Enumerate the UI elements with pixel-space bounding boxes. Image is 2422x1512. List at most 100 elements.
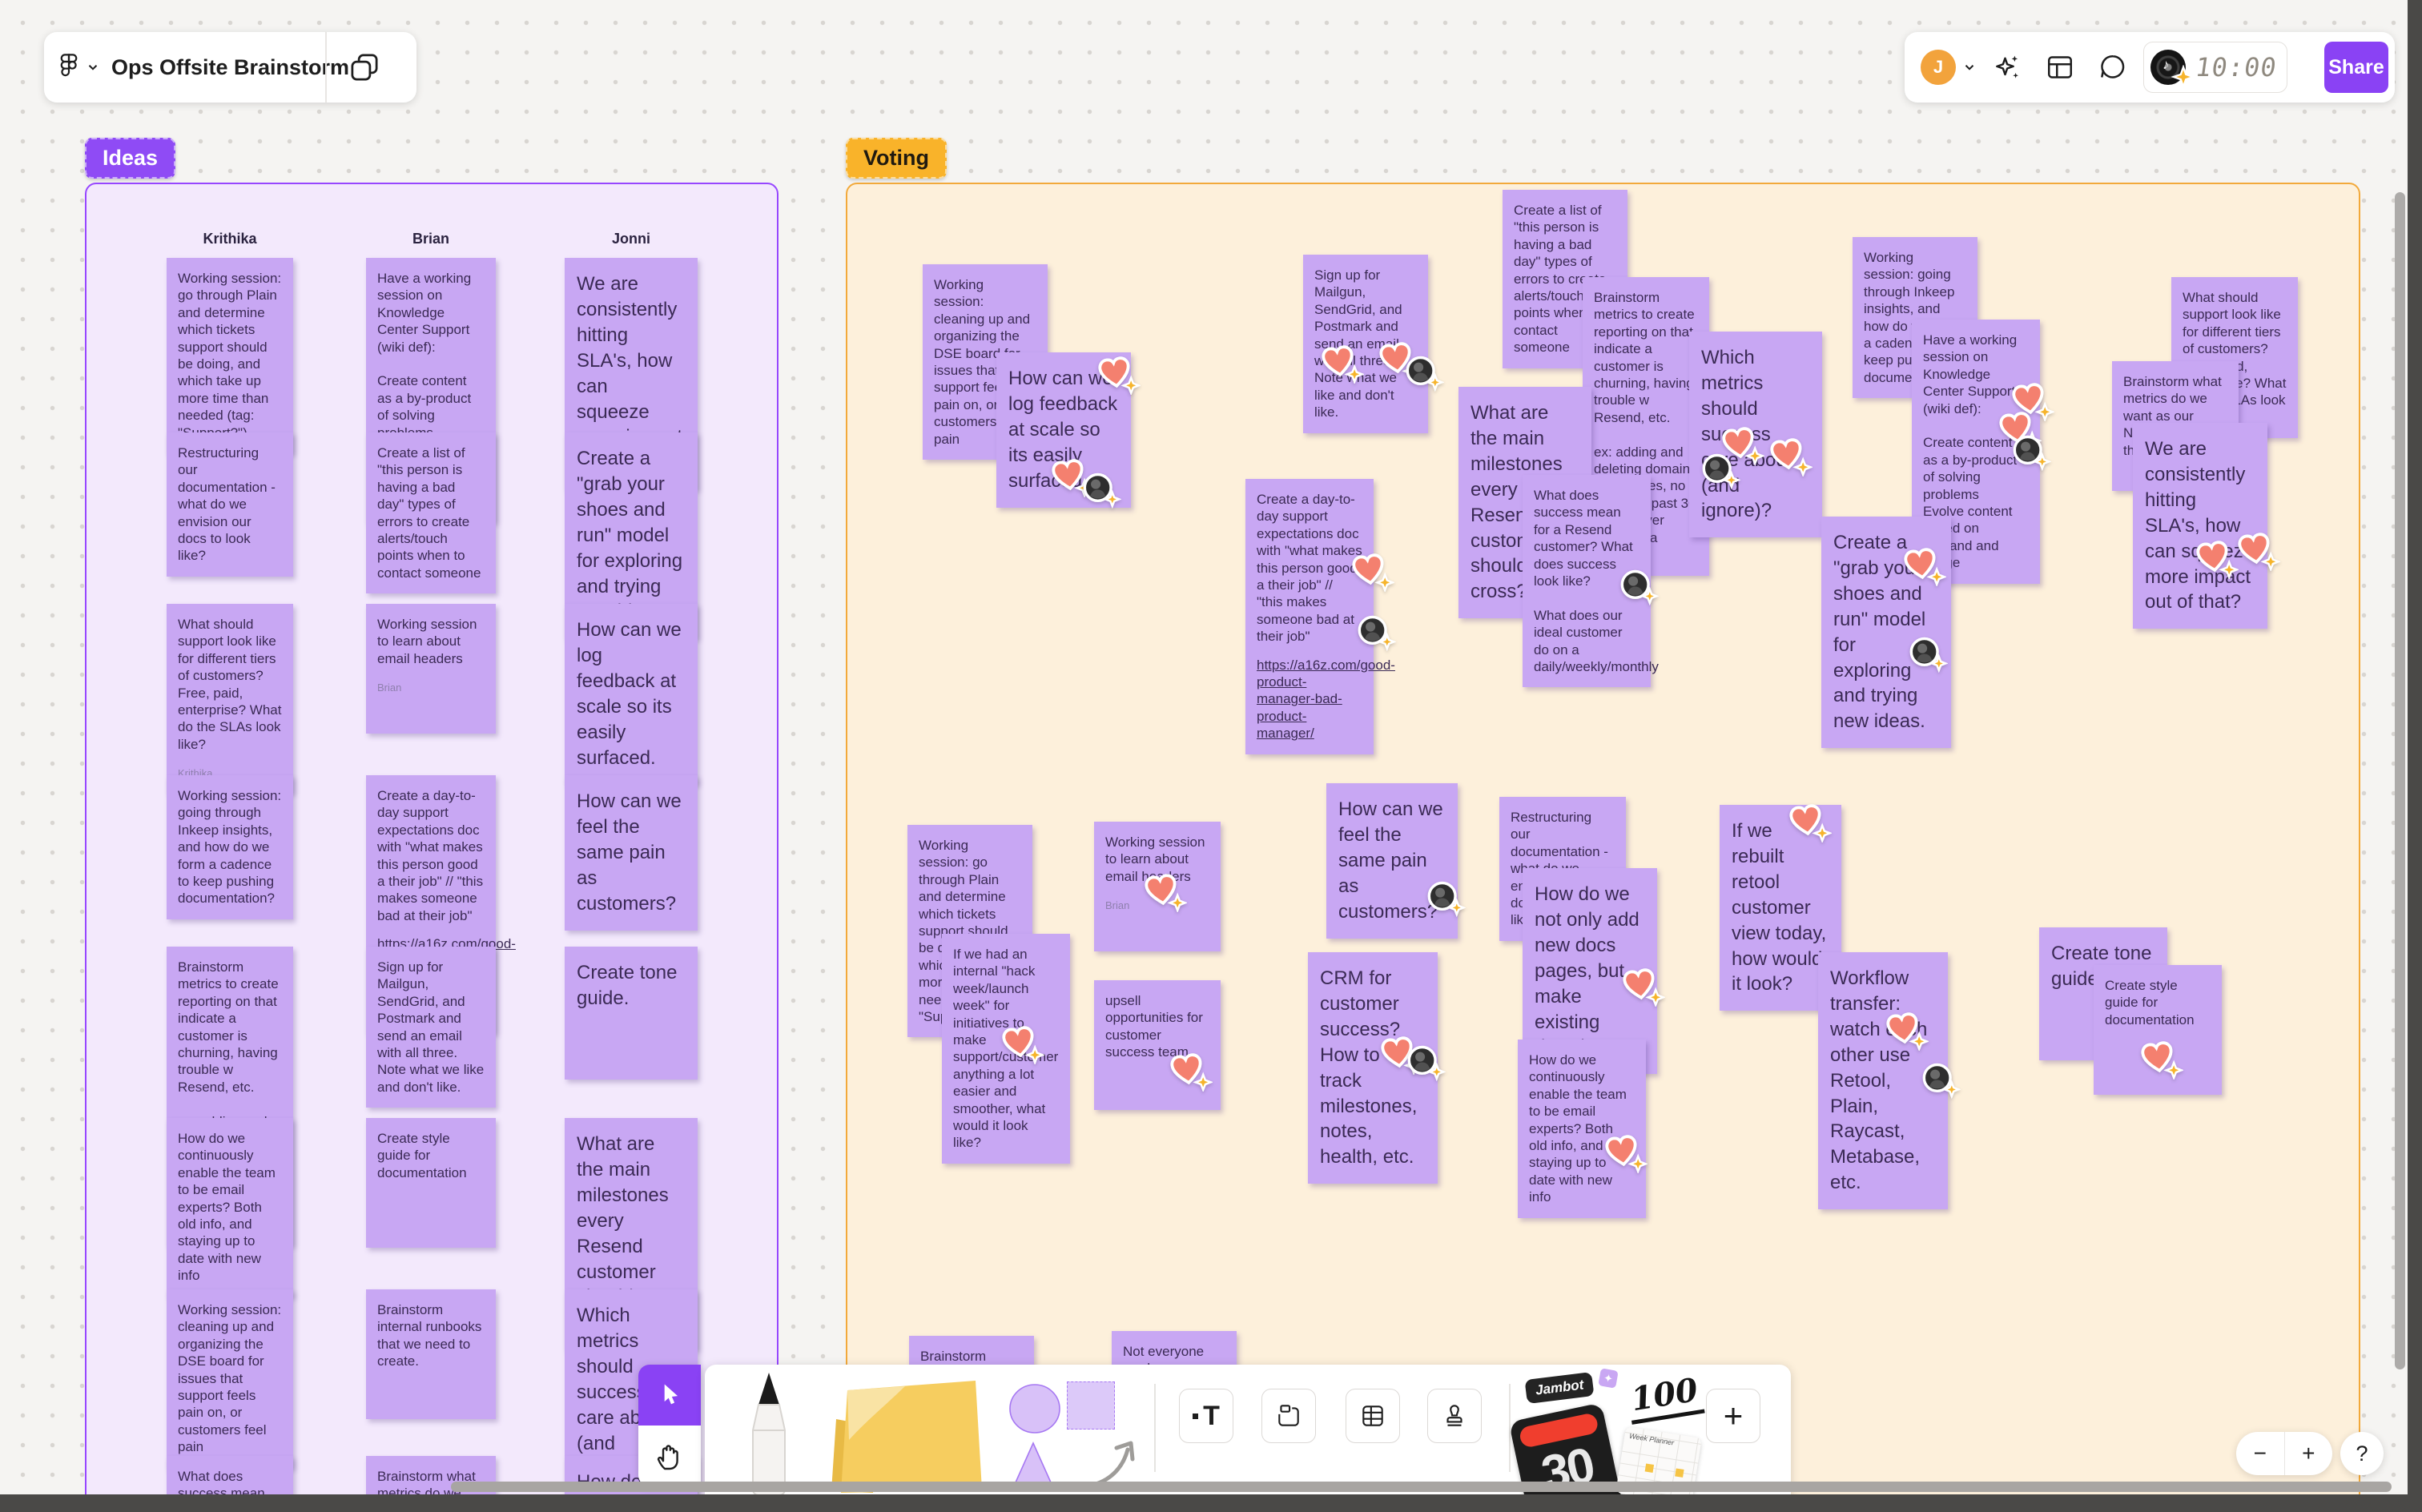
file-title[interactable]: Ops Offsite Brainstorm (111, 55, 349, 80)
widget-sparkle-chip: ✦ (1598, 1368, 1619, 1389)
sticky-note[interactable]: How can we log feedback at scale so its … (565, 604, 698, 785)
whiteboard-canvas[interactable]: Ideas Voting Krithika Brian Jonni Working … (0, 0, 2422, 1512)
horizontal-scrollbar[interactable] (451, 1482, 2392, 1492)
header-divider (325, 32, 327, 103)
heart-sticker[interactable] (1144, 873, 1187, 912)
heart-sticker[interactable] (1622, 967, 1665, 1007)
sticky-note[interactable]: Create style guide for documentation (366, 1118, 496, 1248)
sticky-note[interactable]: Working session: cleaning up and organiz… (167, 1289, 293, 1468)
avatar-sticker[interactable] (1908, 635, 1948, 673)
sticky-note[interactable]: Working session to learn about email hea… (1094, 822, 1221, 951)
add-more-button[interactable]: + (1706, 1389, 1760, 1443)
select-tool[interactable] (638, 1365, 701, 1426)
share-button[interactable]: Share (2324, 42, 2388, 93)
sticky-note[interactable]: Brainstorm internal runbooks that we nee… (366, 1289, 496, 1419)
sticky-note-text: Working session: go through Plain and de… (178, 271, 282, 440)
avatar-sticker[interactable] (1426, 879, 1466, 917)
heart-sticker[interactable] (1769, 437, 1812, 477)
sticky-note-text: Create a "grab your shoes and run" model… (577, 448, 683, 622)
voting-section-label[interactable]: Voting (846, 138, 947, 179)
sticky-note[interactable]: Working session: go through Plain and de… (167, 258, 293, 454)
sticky-note[interactable]: Create a list of "this person is having … (366, 432, 496, 594)
avatar-sticker[interactable] (2011, 433, 2051, 471)
heart-sticker[interactable] (1097, 356, 1141, 395)
heart-sticker[interactable] (1169, 1052, 1213, 1092)
heart-sticker[interactable] (1604, 1134, 1648, 1173)
timer-widget[interactable]: 10:00 (2143, 42, 2287, 93)
heart-sticker[interactable] (1351, 553, 1394, 592)
sticky-note[interactable]: Create style guide for documentation (2094, 965, 2222, 1095)
sticky-note[interactable]: Sign up for Mailgun, SendGrid, and Postm… (1303, 255, 1444, 433)
toolbar-divider (1154, 1384, 1156, 1472)
square-shape-tool[interactable] (1067, 1381, 1115, 1430)
ai-sparkle-icon[interactable] (1991, 51, 2023, 83)
heart-sticker[interactable] (2237, 532, 2280, 571)
avatar-sticker[interactable] (1700, 452, 1740, 489)
file-menu-chevron-icon[interactable] (86, 60, 100, 74)
ideas-column-header: Brian (412, 231, 449, 247)
comment-icon[interactable] (2097, 51, 2129, 83)
heart-sticker[interactable] (1885, 1011, 1929, 1051)
sticky-note[interactable]: We are consistently hitting SLA's, how c… (2133, 423, 2280, 629)
ideas-section-label[interactable]: Ideas (85, 138, 176, 179)
avatar-sticker[interactable] (1406, 1044, 1446, 1081)
sticky-note-text: Create style guide for documentation (377, 1131, 467, 1180)
text-tool[interactable]: T (1179, 1389, 1233, 1443)
zoom-out-button[interactable]: − (2236, 1432, 2285, 1475)
jambot-widget[interactable]: Jambot (1524, 1371, 1595, 1405)
hand-tool[interactable] (638, 1426, 701, 1486)
stamp-icon (1446, 1405, 1462, 1426)
avatar-sticker[interactable] (1619, 568, 1659, 605)
templates-icon[interactable] (2044, 51, 2076, 83)
sticky-note[interactable]: Sign up for Mailgun, SendGrid, and Postm… (366, 947, 496, 1108)
vertical-scrollbar[interactable] (2395, 192, 2405, 1369)
sticky-note-link[interactable]: https://a16z.com/good-product-manager-ba… (1257, 657, 1395, 742)
sticky-note-tool[interactable] (825, 1373, 989, 1494)
sticky-note[interactable]: How do we continuously enable the team t… (1518, 1040, 1648, 1218)
section-tool[interactable] (1261, 1389, 1316, 1443)
heart-sticker[interactable] (1903, 547, 1946, 586)
sticky-note[interactable]: Create a "grab your shoes and run" model… (1821, 517, 1951, 749)
avatar-sticker[interactable] (1404, 354, 1444, 392)
sticky-note[interactable]: CRM for customer success? How to track m… (1308, 952, 1446, 1184)
sticky-note[interactable]: Workflow transfer: watch each other use … (1818, 952, 1961, 1210)
user-avatar[interactable]: J (1921, 50, 1956, 85)
ellipse-shape-tool[interactable] (1008, 1383, 1061, 1434)
sticky-note[interactable]: Create a day-to-day support expectations… (1245, 479, 1396, 754)
sticky-note[interactable]: Create tone guide. (565, 947, 698, 1080)
sticky-note[interactable]: If we had an internal "hack week/launch … (942, 934, 1070, 1164)
sticky-note[interactable]: upsell opportunities for customer succes… (1094, 980, 1221, 1110)
week-planner-widget[interactable]: Week Planner (1615, 1426, 1702, 1505)
marker-tool[interactable] (733, 1371, 805, 1499)
heart-sticker[interactable] (1788, 803, 1832, 842)
table-icon (1362, 1405, 1383, 1426)
ideas-column-header: Jonni (612, 231, 650, 247)
sticky-note[interactable]: How can we log feedback at scale so its … (996, 352, 1141, 509)
sticky-note[interactable]: How can we feel the same pain as custome… (1326, 783, 1466, 939)
hundred-points-widget[interactable]: 100 (1625, 1370, 1705, 1425)
heart-sticker[interactable] (1321, 344, 1364, 384)
figma-logo-icon[interactable] (58, 52, 79, 82)
sticky-note[interactable]: Working session to learn about email hea… (366, 604, 496, 734)
help-button[interactable]: ? (2340, 1432, 2384, 1475)
heart-sticker[interactable] (1001, 1025, 1044, 1064)
avatar-sticker[interactable] (1921, 1061, 1961, 1099)
heart-sticker[interactable] (2140, 1040, 2183, 1080)
sticky-note[interactable]: Which metrics should success care about … (1689, 332, 1822, 538)
toolbar-divider (1509, 1384, 1511, 1472)
sticky-note[interactable]: How can we feel the same pain as custome… (565, 775, 698, 931)
avatar-sticker[interactable] (1081, 471, 1121, 509)
avatar-chevron-icon[interactable] (1962, 60, 1977, 74)
sticky-note[interactable]: What does success mean for a Resend cust… (1523, 475, 1659, 688)
sticky-note[interactable]: Restructuring our documentation - what d… (167, 432, 293, 577)
heart-sticker[interactable] (2195, 540, 2239, 579)
duplicate-file-icon[interactable] (347, 50, 382, 85)
sticky-note-text: Working session: cleaning up and organiz… (178, 1302, 282, 1455)
sticky-note[interactable]: Working session: going through Inkeep in… (167, 775, 293, 919)
zoom-in-button[interactable]: + (2285, 1432, 2333, 1475)
stamp-tool[interactable] (1427, 1389, 1482, 1443)
sticky-note[interactable]: What should support look like for differ… (167, 604, 293, 793)
avatar-sticker[interactable] (1356, 613, 1396, 651)
table-tool[interactable] (1346, 1389, 1400, 1443)
sticky-note[interactable]: How do we continuously enable the team t… (167, 1118, 293, 1297)
